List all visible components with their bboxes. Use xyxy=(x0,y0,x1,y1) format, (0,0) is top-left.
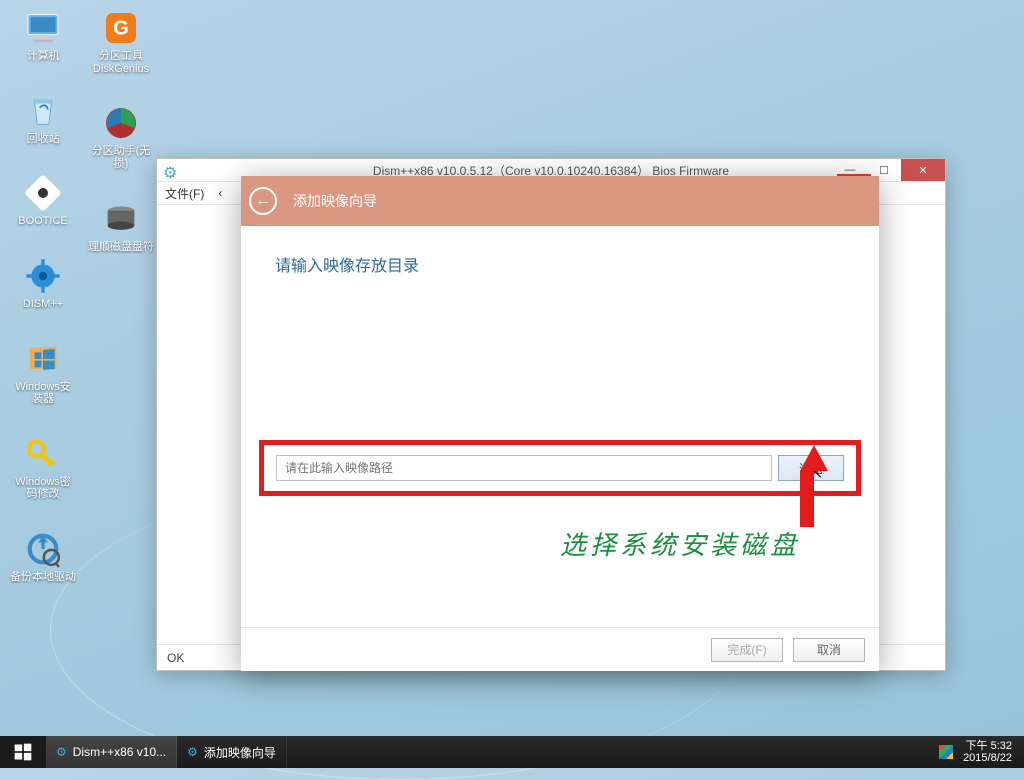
browse-button[interactable]: 浏览 ↖ xyxy=(778,455,844,481)
gear-icon: ⚙ xyxy=(163,163,177,183)
diskgenius-icon[interactable]: G 分区工具 DiskGenius xyxy=(86,8,156,75)
backup-drv-label: 备份本地驱动 xyxy=(10,571,76,584)
disk-letter-icon[interactable]: 理顺磁盘盘符 xyxy=(86,199,156,254)
back-button[interactable]: ← xyxy=(249,187,277,215)
backup-drv-icon[interactable]: 备份本地驱动 xyxy=(8,529,78,584)
dismpp-icon[interactable]: DISM++ xyxy=(8,256,78,311)
clock-time: 下午 5:32 xyxy=(966,740,1012,752)
partition-helper-label: 分区助手(无 损) xyxy=(92,145,151,170)
recycle-label: 回收站 xyxy=(27,133,60,146)
start-button[interactable] xyxy=(0,736,46,768)
partition-helper-icon[interactable]: 分区助手(无 损) xyxy=(86,103,156,170)
wizard-title: 添加映像向导 xyxy=(293,191,377,211)
diskgenius-label: 分区工具 DiskGenius xyxy=(93,50,149,75)
win-installer-icon[interactable]: Windows安 装器 xyxy=(8,339,78,406)
highlight-box: 浏览 ↖ xyxy=(259,440,861,496)
dismpp-label: DISM++ xyxy=(23,298,63,311)
recycle-bin-icon[interactable]: 回收站 xyxy=(8,91,78,146)
menu-more[interactable]: ‹ xyxy=(218,186,222,200)
cancel-button[interactable]: 取消 xyxy=(793,638,865,662)
tray-flag-icon xyxy=(939,745,953,759)
taskbar-item-dism[interactable]: ⚙ Dism++x86 v10... xyxy=(46,736,177,768)
finish-button[interactable]: 完成(F) xyxy=(711,638,783,662)
svg-text:G: G xyxy=(113,18,129,40)
menu-file[interactable]: 文件(F) xyxy=(165,185,204,202)
system-tray[interactable]: 下午 5:32 2015/8/22 xyxy=(927,736,1024,768)
clock-date: 2015/8/22 xyxy=(963,752,1012,764)
bootice-icon[interactable]: BOOTICE xyxy=(8,173,78,228)
close-button[interactable]: ✕ xyxy=(901,159,945,181)
win-installer-label: Windows安 装器 xyxy=(15,381,71,406)
win-pwd-icon[interactable]: Windows密 码修改 xyxy=(8,434,78,501)
wizard-prompt: 请输入映像存放目录 xyxy=(275,252,845,276)
computer-label: 计算机 xyxy=(27,50,60,63)
add-image-wizard: ✕ ← 添加映像向导 请输入映像存放目录 浏览 ↖ 完成(F) 取消 xyxy=(241,176,879,671)
computer-icon[interactable]: 计算机 xyxy=(8,8,78,63)
taskbar: ⚙ Dism++x86 v10... ⚙ 添加映像向导 下午 5:32 2015… xyxy=(0,736,1024,768)
taskbar-item-wizard[interactable]: ⚙ 添加映像向导 xyxy=(177,736,287,768)
bootice-label: BOOTICE xyxy=(18,215,68,228)
image-path-input[interactable] xyxy=(276,455,772,481)
disk-letter-label: 理顺磁盘盘符 xyxy=(88,241,154,254)
status-text: OK xyxy=(167,651,184,665)
win-pwd-label: Windows密 码修改 xyxy=(15,476,71,501)
